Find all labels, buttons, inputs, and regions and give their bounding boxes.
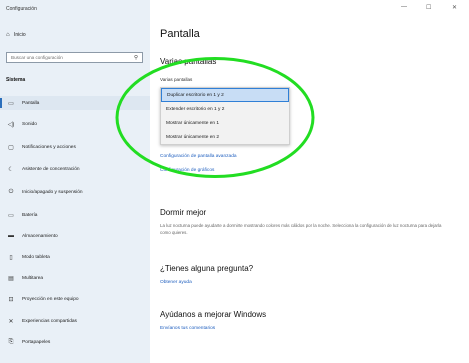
sidebar-item-label: Proyección en este equipo	[22, 296, 79, 302]
sidebar-item-label: Modo tableta	[22, 254, 50, 260]
sidebar-item-label: Multitarea	[22, 275, 44, 281]
moon-icon: ☾	[8, 166, 14, 173]
multi-display-label: Varias pantallas	[160, 77, 193, 82]
sidebar-item-notificaciones[interactable]: ▢ Notificaciones y acciones	[0, 140, 150, 154]
speaker-icon: ◁)	[7, 121, 15, 128]
multi-display-heading: Varias pantallas	[160, 57, 217, 66]
sidebar-item-modo-tableta[interactable]: ▯ Modo tableta	[0, 250, 150, 264]
question-heading: ¿Tienes alguna pregunta?	[160, 264, 254, 273]
notification-icon: ▢	[8, 144, 14, 151]
sidebar-item-label: Pantalla	[22, 100, 40, 106]
dropdown-option[interactable]: Mostrar únicamente en 1	[161, 116, 289, 130]
search-input[interactable]: Buscar una configuración ⚲	[6, 52, 143, 63]
search-icon: ⚲	[133, 54, 138, 61]
graphics-settings-link[interactable]: Configuración de gráficos	[160, 168, 214, 173]
sidebar-item-label: Notificaciones y acciones	[22, 144, 76, 150]
improve-heading: Ayúdanos a mejorar Windows	[160, 310, 267, 319]
sidebar-item-experiencias[interactable]: ✕ Experiencias compartidas	[0, 314, 150, 328]
maximize-button[interactable]: ☐	[426, 4, 431, 11]
multitask-icon: ▤	[8, 275, 14, 282]
feedback-link[interactable]: Envíanos tus comentarios	[160, 326, 215, 331]
battery-icon: ▭	[8, 212, 14, 219]
sidebar-item-inicio-apagado[interactable]: ⏻ Inicio/apagado y suspensión	[0, 185, 150, 199]
sidebar-item-almacenamiento[interactable]: ▬ Almacenamiento	[0, 229, 150, 243]
sidebar-item-proyeccion[interactable]: ⊡ Proyección en este equipo	[0, 292, 150, 306]
minimize-button[interactable]: —	[401, 4, 407, 10]
section-label: Sistema	[6, 77, 26, 83]
tablet-icon: ▯	[9, 254, 13, 261]
dropdown-option[interactable]: Mostrar únicamente en 2	[161, 130, 289, 144]
monitor-icon: ▭	[8, 100, 14, 107]
page-title: Pantalla	[160, 28, 200, 40]
sidebar-item-sonido[interactable]: ◁) Sonido	[0, 117, 150, 131]
sidebar-item-multitarea[interactable]: ▤ Multitarea	[0, 271, 150, 285]
dropdown-option[interactable]: Duplicar escritorio en 1 y 2	[161, 88, 289, 102]
sidebar-item-pantalla[interactable]: ▭ Pantalla	[0, 96, 150, 110]
sleep-description: La luz nocturna puede ayudarte a dormirt…	[160, 223, 442, 235]
power-icon: ⏻	[8, 188, 14, 195]
home-icon: ⌂	[6, 32, 10, 38]
sidebar: Configuración ⌂ Inicio Buscar una config…	[0, 0, 150, 363]
app-title: Configuración	[6, 6, 37, 12]
sidebar-item-label: Asistente de concentración	[22, 166, 80, 172]
sidebar-item-label: Inicio/apagado y suspensión	[22, 189, 83, 195]
sidebar-item-asistente[interactable]: ☾ Asistente de concentración	[0, 162, 150, 176]
close-button[interactable]: ✕	[452, 4, 457, 11]
home-link[interactable]: ⌂ Inicio	[6, 30, 26, 40]
search-placeholder: Buscar una configuración	[11, 55, 63, 60]
sleep-heading: Dormir mejor	[160, 208, 207, 217]
sidebar-item-label: Experiencias compartidas	[22, 318, 77, 324]
home-label: Inicio	[14, 32, 26, 38]
multi-display-dropdown[interactable]: Duplicar escritorio en 1 y 2 Extender es…	[160, 87, 290, 145]
shared-icon: ✕	[8, 318, 14, 325]
clipboard-icon: ⎘	[8, 338, 14, 345]
sidebar-item-label: Portapapeles	[22, 339, 51, 345]
dropdown-option[interactable]: Extender escritorio en 1 y 2	[161, 102, 289, 116]
sidebar-item-label: Sonido	[22, 121, 37, 127]
sidebar-item-bateria[interactable]: ▭ Batería	[0, 208, 150, 222]
storage-icon: ▬	[8, 233, 14, 239]
advanced-display-link[interactable]: Configuración de pantalla avanzada	[160, 154, 237, 159]
sidebar-item-label: Almacenamiento	[22, 233, 58, 239]
sidebar-item-label: Batería	[22, 212, 38, 218]
help-link[interactable]: Obtener ayuda	[160, 280, 192, 285]
sidebar-item-portapapeles[interactable]: ⎘ Portapapeles	[0, 335, 150, 349]
projection-icon: ⊡	[8, 296, 14, 303]
